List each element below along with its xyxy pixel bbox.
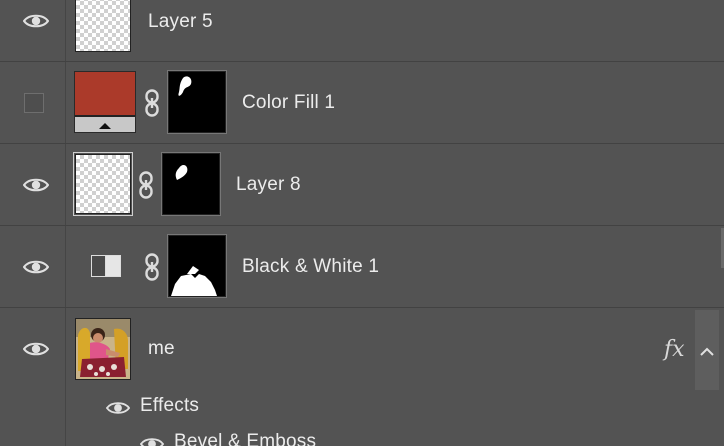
photo-image [76,319,130,379]
layer-row-black-white-1[interactable]: Black & White 1 [0,226,724,308]
eye-icon[interactable] [106,400,130,416]
visibility-column [0,0,66,61]
chevron-up-icon [700,347,714,356]
mask-shape [171,266,217,296]
visibility-column [0,62,66,143]
layer-row-layer-8[interactable]: Layer 8 [0,144,724,226]
layer-name[interactable]: Color Fill 1 [242,92,335,114]
layer-row-color-fill-1[interactable]: Color Fill 1 [0,62,724,144]
layer-mask-thumbnail[interactable] [167,234,227,298]
layers-panel: Layer 5 Color Fill 1 Layer 8 Black & Whi… [0,0,724,446]
chain-link-icon[interactable] [145,253,159,281]
layer-mask-thumbnail[interactable] [167,70,227,134]
layer-name[interactable]: Layer 5 [148,11,213,33]
visibility-column [0,308,66,446]
mask-shape [178,76,192,96]
visibility-toggle-off[interactable] [24,93,44,113]
layer-thumbnail[interactable] [75,0,131,52]
eye-icon[interactable] [23,177,49,193]
layer-name[interactable]: Layer 8 [236,174,301,196]
eye-icon[interactable] [23,13,49,29]
eye-icon[interactable] [140,436,164,446]
effects-list: Effects Bevel & Emboss [66,390,724,446]
layer-name[interactable]: me [148,338,175,360]
effect-item-bevel-emboss[interactable]: Bevel & Emboss [174,431,316,446]
layer-row-layer-5[interactable]: Layer 5 [0,0,724,62]
chain-link-icon[interactable] [139,171,153,199]
visibility-column [0,226,66,307]
eye-icon[interactable] [23,341,49,357]
mask-shape [175,165,188,180]
layer-mask-thumbnail[interactable] [161,152,221,216]
visibility-column [0,144,66,225]
layer-effects-icon[interactable]: fx [664,337,685,362]
triangle-icon [99,123,111,129]
chain-link-icon[interactable] [145,89,159,117]
collapse-effects-button[interactable] [695,310,719,390]
photo-thumbnail[interactable] [75,318,131,380]
eye-icon[interactable] [23,259,49,275]
black-white-adjustment-icon[interactable] [91,255,121,277]
effects-label[interactable]: Effects [140,395,199,417]
layer-thumbnail[interactable] [73,152,133,216]
color-fill-thumbnail[interactable] [74,71,136,133]
layer-name[interactable]: Black & White 1 [242,256,379,278]
